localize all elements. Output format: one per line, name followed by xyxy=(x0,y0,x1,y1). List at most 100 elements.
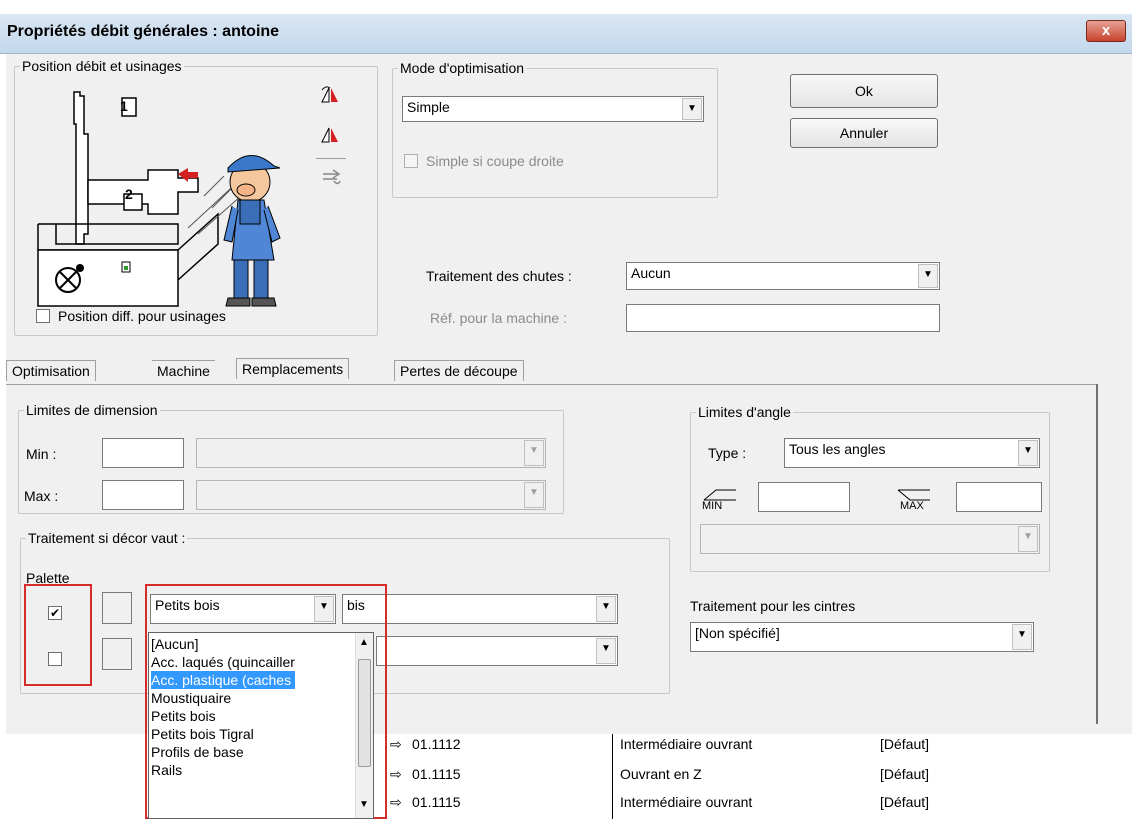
chevron-down-icon[interactable]: ▼ xyxy=(524,482,544,508)
simple-coupe-checkbox[interactable] xyxy=(404,154,418,168)
bg-list-row: ⇨ 01.1112 Intermédiaire ouvrant [Défaut] xyxy=(390,736,1130,762)
tab-panel-right-edge xyxy=(1096,384,1098,724)
ok-label: Ok xyxy=(855,83,873,99)
chevron-down-icon[interactable]: ▼ xyxy=(918,264,938,288)
chutes-select[interactable]: Aucun ▼ xyxy=(626,262,940,290)
tab-label: Pertes de découpe xyxy=(400,363,518,379)
dim-max-select[interactable]: ▼ xyxy=(196,480,546,510)
list-item[interactable]: Acc. laqués (quincailler xyxy=(151,653,295,671)
chevron-down-icon[interactable]: ▼ xyxy=(596,596,616,622)
scroll-down-icon[interactable]: ▼ xyxy=(359,799,369,810)
position-diff-checkbox[interactable] xyxy=(36,309,50,323)
row-status: [Défaut] xyxy=(880,766,930,782)
decor-legend: Traitement si décor vaut : xyxy=(28,530,186,546)
tab-machine[interactable]: Machine xyxy=(152,360,215,381)
dropdown-scrollbar[interactable]: ▲ ▼ xyxy=(355,633,373,818)
position-label-1: 1 xyxy=(120,98,128,114)
machine-ref-label: Réf. pour la machine : xyxy=(430,310,567,326)
title-bar: Propriétés débit générales : antoine x xyxy=(0,14,1132,54)
machine-illustration xyxy=(37,91,281,307)
tab-remplacements[interactable]: Remplacements xyxy=(236,358,350,379)
simple-coupe-label: Simple si coupe droite xyxy=(426,153,564,169)
palette-highlight-box xyxy=(24,584,92,686)
row-status: [Défaut] xyxy=(880,736,930,752)
angle-extra-select[interactable]: ▼ xyxy=(700,524,1040,554)
chevron-down-icon[interactable]: ▼ xyxy=(1018,526,1038,552)
list-item[interactable]: Petits bois Tigral xyxy=(151,725,254,743)
tab-pertes[interactable]: Pertes de découpe xyxy=(394,360,524,381)
bg-list-row: ⇨ 01.1115 Intermédiaire ouvrant [Défaut] xyxy=(390,794,1130,818)
position-diff-label: Position diff. pour usinages xyxy=(58,308,226,324)
dim-limits-legend: Limites de dimension xyxy=(26,402,158,418)
dim-max-input[interactable] xyxy=(102,480,184,510)
decor-row2-checkbox[interactable] xyxy=(48,652,62,666)
scroll-thumb[interactable] xyxy=(358,659,371,767)
list-item[interactable]: Profils de base xyxy=(151,743,244,761)
tab-optimisation[interactable]: Optimisation xyxy=(6,360,96,381)
list-item[interactable]: Rails xyxy=(151,761,182,779)
decor-row1-checkbox[interactable]: ✔ xyxy=(48,606,62,620)
scroll-up-icon[interactable]: ▲ xyxy=(359,637,369,648)
dim-min-input[interactable] xyxy=(102,438,184,468)
cancel-label: Annuler xyxy=(839,125,889,141)
close-button[interactable]: x xyxy=(1086,20,1126,42)
cintres-value: [Non spécifié] xyxy=(695,625,780,641)
dim-min-label: Min : xyxy=(26,446,57,462)
chevron-down-icon[interactable]: ▼ xyxy=(524,440,544,466)
dim-min-select[interactable]: ▼ xyxy=(196,438,546,468)
angle-max-icon-label: MAX xyxy=(900,500,924,512)
cintres-select[interactable]: [Non spécifié] ▼ xyxy=(690,622,1034,652)
decor-row2-swatch[interactable] xyxy=(102,638,132,670)
cancel-button[interactable]: Annuler xyxy=(790,118,938,148)
row-desc: Intermédiaire ouvrant xyxy=(620,794,753,810)
angle-type-label: Type : xyxy=(708,445,747,461)
category-dropdown-list[interactable]: [Aucun] Acc. laqués (quincailler Acc. pl… xyxy=(148,632,374,819)
tab-label: Machine xyxy=(157,363,210,379)
optim-mode-legend: Mode d'optimisation xyxy=(400,60,525,76)
window-title: Propriétés débit générales : antoine xyxy=(7,23,280,40)
chevron-down-icon[interactable]: ▼ xyxy=(1012,624,1032,650)
row-code: 01.1112 xyxy=(412,736,461,752)
arrow-icon: ⇨ xyxy=(390,766,402,782)
optim-mode-select[interactable]: Simple ▼ xyxy=(402,96,704,122)
chutes-value: Aucun xyxy=(631,265,671,281)
chutes-label: Traitement des chutes : xyxy=(426,268,572,284)
list-item[interactable]: Petits bois xyxy=(151,707,216,725)
angle-max-input[interactable] xyxy=(956,482,1042,512)
check-icon: ✔ xyxy=(49,606,61,620)
ok-button[interactable]: Ok xyxy=(790,74,938,108)
arrow-icon: ⇨ xyxy=(390,736,402,752)
chevron-down-icon[interactable]: ▼ xyxy=(682,98,702,120)
angle-type-select[interactable]: Tous les angles ▼ xyxy=(784,438,1040,468)
close-icon: x xyxy=(1101,22,1111,39)
decor-row1-swatch[interactable] xyxy=(102,592,132,624)
chevron-down-icon[interactable]: ▼ xyxy=(596,638,616,664)
dim-max-label: Max : xyxy=(24,488,59,504)
mirror-profile-icon[interactable] xyxy=(318,122,342,146)
row-status: [Défaut] xyxy=(880,794,930,810)
rotate-profile-icon[interactable] xyxy=(318,84,342,108)
row-code: 01.1115 xyxy=(412,794,461,810)
machine-ref-input[interactable] xyxy=(626,304,940,332)
row-desc: Intermédiaire ouvrant xyxy=(620,736,753,752)
bg-list-row: ⇨ 01.1115 Ouvrant en Z [Défaut] xyxy=(390,766,1130,792)
decor-row2-value-select[interactable]: ▼ xyxy=(376,636,618,666)
angle-limits-legend: Limites d'angle xyxy=(698,404,791,420)
machining-direction-icon[interactable] xyxy=(320,166,344,190)
angle-type-value: Tous les angles xyxy=(789,441,886,457)
optim-mode-value: Simple xyxy=(407,99,450,115)
row-desc: Ouvrant en Z xyxy=(620,766,702,782)
chevron-down-icon[interactable]: ▼ xyxy=(1018,440,1038,466)
tab-label: Optimisation xyxy=(12,363,90,379)
cintres-label: Traitement pour les cintres xyxy=(690,598,856,614)
list-item-selected[interactable]: Acc. plastique (caches xyxy=(151,671,296,689)
row-code: 01.1115 xyxy=(412,766,461,782)
angle-min-input[interactable] xyxy=(758,482,850,512)
position-group-legend: Position débit et usinages xyxy=(22,58,182,74)
list-item[interactable]: Moustiquaire xyxy=(151,689,231,707)
position-label-2: 2 xyxy=(125,186,133,202)
tab-label: Remplacements xyxy=(242,361,344,377)
angle-min-icon-label: MIN xyxy=(702,500,723,512)
optim-mode-group: Mode d'optimisation xyxy=(392,60,718,198)
list-item[interactable]: [Aucun] xyxy=(151,635,198,653)
